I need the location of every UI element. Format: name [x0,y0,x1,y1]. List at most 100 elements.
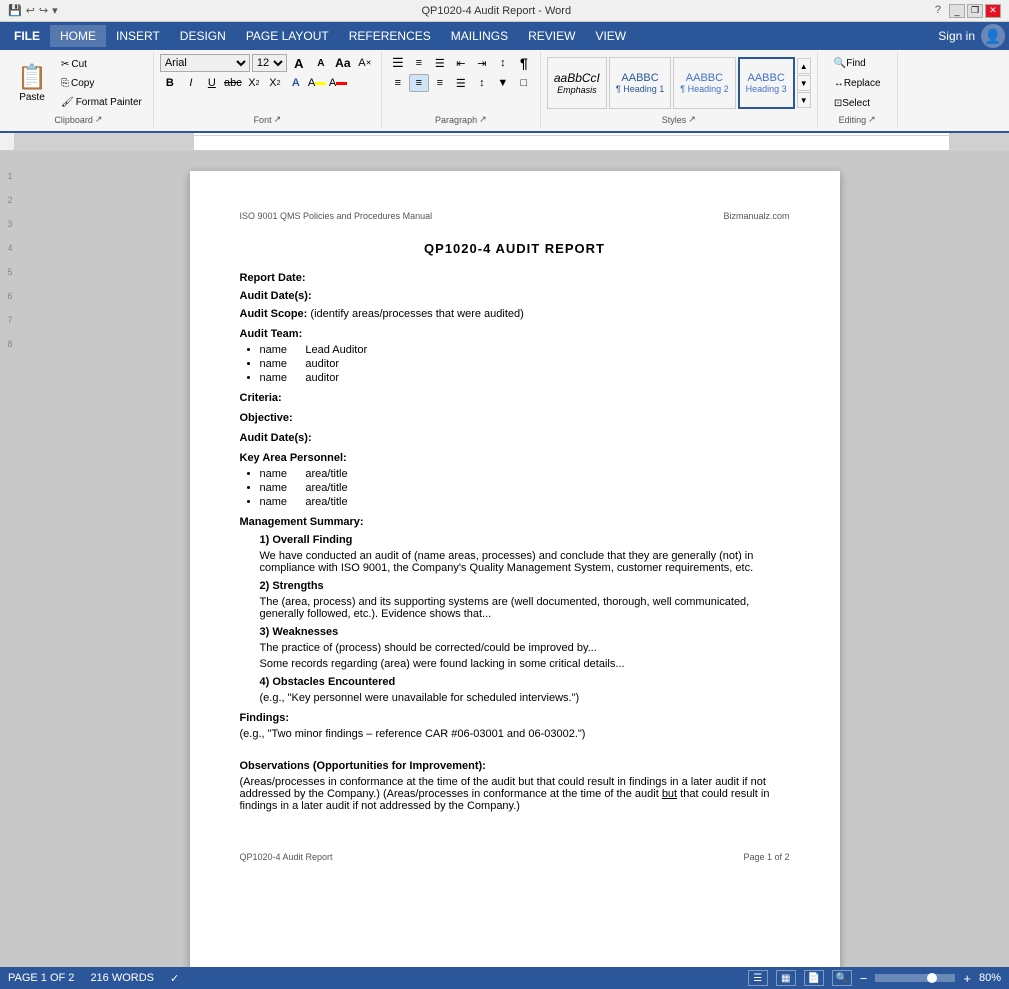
file-menu-button[interactable]: FILE [4,25,50,47]
replace-button[interactable]: ↔ Replace [829,74,886,92]
font-expand-icon[interactable]: ↗ [274,114,282,125]
change-case-button[interactable]: Aa [333,54,353,72]
align-left-button[interactable]: ≡ [388,74,408,92]
undo-icon[interactable]: ↩ [26,4,35,17]
font-color-button[interactable]: A [328,74,348,92]
header-left: ISO 9001 QMS Policies and Procedures Man… [240,211,433,221]
obstacles-text: (e.g., "Key personnel were unavailable f… [260,692,790,704]
audit-dates-field: Audit Date(s): [240,290,790,302]
list-item: name auditor [260,372,790,384]
decrease-indent-button[interactable]: ⇤ [451,54,471,72]
paragraph-expand-icon[interactable]: ↗ [479,114,487,125]
observations-text: (Areas/processes in conformance at the t… [240,776,790,812]
bold-button[interactable]: B [160,74,180,92]
sort-button[interactable]: ↕ [493,54,513,72]
list-item: name auditor [260,358,790,370]
clear-formatting-button[interactable]: A✕ [355,54,375,72]
font-name-select[interactable]: Arial [160,54,250,72]
increase-indent-button[interactable]: ⇥ [472,54,492,72]
superscript-button[interactable]: X2 [265,74,285,92]
zoom-out-button[interactable]: − [860,971,868,986]
mailings-tab[interactable]: MAILINGS [441,25,518,47]
font-size-select[interactable]: 12 [252,54,287,72]
bullets-button[interactable]: ☰ [388,54,408,72]
view-print-layout-button[interactable]: ☰ [748,970,768,986]
editing-expand-icon[interactable]: ↗ [868,114,876,125]
align-right-button[interactable]: ≡ [430,74,450,92]
zoom-slider[interactable] [875,974,955,982]
shading-button[interactable]: ▼ [493,74,513,92]
styles-expand-icon[interactable]: ↗ [688,114,696,125]
format-painter-button[interactable]: 🖌 Format Painter [56,93,147,111]
subscript-button[interactable]: X2 [244,74,264,92]
save-icon[interactable]: 💾 [8,4,22,17]
window-controls: ? _ ❐ ✕ [935,4,1001,18]
font-grow-button[interactable]: A [289,54,309,72]
document-page[interactable]: ISO 9001 QMS Policies and Procedures Man… [190,171,840,967]
references-tab[interactable]: REFERENCES [339,25,441,47]
ribbon: 📋 Paste ✂ Cut ⎘ Copy 🖌 Format [0,50,1009,133]
review-tab[interactable]: REVIEW [518,25,585,47]
justify-button[interactable]: ☰ [451,74,471,92]
main-area: 1 2 3 4 5 6 7 8 ISO 9001 QMS Policies an… [0,151,1009,967]
styles-label: Styles [662,115,687,125]
find-button[interactable]: 🔍 Find [829,54,871,72]
redo-icon[interactable]: ↪ [39,4,48,17]
criteria-section: Criteria: [240,392,790,404]
cut-button[interactable]: ✂ Cut [56,55,147,73]
document-title[interactable]: QP1020-4 AUDIT REPORT [240,241,790,256]
style-heading3[interactable]: AABBC Heading 3 [738,57,795,109]
styles-more[interactable]: ▼ [797,92,811,108]
find-label: Find [846,58,865,69]
highlight-color-button[interactable]: A [307,74,327,92]
design-tab[interactable]: DESIGN [170,25,236,47]
style-heading1[interactable]: AABBC ¶ Heading 1 [609,57,671,109]
ruler-content[interactable] [194,133,949,150]
sign-in-button[interactable]: Sign in 👤 [938,24,1005,48]
underline-button[interactable]: U [202,74,222,92]
styles-scroll-down[interactable]: ▼ [797,75,811,91]
mgmt-summary-section: Management Summary: [240,516,790,528]
window-title: QP1020-4 Audit Report - Word [58,5,935,17]
help-button[interactable]: ? [935,4,941,18]
multilevel-list-button[interactable]: ☰ [430,54,450,72]
show-marks-button[interactable]: ¶ [514,54,534,72]
page-layout-tab[interactable]: PAGE LAYOUT [236,25,339,47]
replace-label: Replace [844,78,881,89]
style-heading2[interactable]: AABBC ¶ Heading 2 [673,57,735,109]
font-shrink-button[interactable]: A [311,54,331,72]
view-full-screen-button[interactable]: ▦ [776,970,796,986]
select-button[interactable]: ⊡ Select [829,94,875,112]
align-center-button[interactable]: ≡ [409,74,429,92]
clipboard-expand-icon[interactable]: ↗ [95,114,103,125]
zoom-thumb[interactable] [927,973,937,983]
borders-button[interactable]: □ [514,74,534,92]
paste-button[interactable]: 📋 Paste [10,57,54,109]
find-icon: 🔍 [834,58,846,69]
home-tab[interactable]: HOME [50,25,106,47]
copy-button[interactable]: ⎘ Copy [56,74,147,92]
paragraph-label: Paragraph [435,115,477,125]
text-effects-button[interactable]: A [286,74,306,92]
page-info: PAGE 1 OF 2 [8,972,74,984]
styles-scroll-up[interactable]: ▲ [797,58,811,74]
insert-tab[interactable]: INSERT [106,25,170,47]
minimize-button[interactable]: _ [949,4,965,18]
style-emphasis[interactable]: aaBbCcI Emphasis [547,57,607,109]
ribbon-content: 📋 Paste ✂ Cut ⎘ Copy 🖌 Format [4,52,1005,127]
list-item: name Lead Auditor [260,344,790,356]
zoom-percent[interactable]: 80% [979,972,1001,984]
strikethrough-button[interactable]: abc [223,74,243,92]
document-area[interactable]: ISO 9001 QMS Policies and Procedures Man… [20,151,1009,967]
line-spacing-button[interactable]: ↕ [472,74,492,92]
close-button[interactable]: ✕ [985,4,1001,18]
view-web-layout-button[interactable]: 📄 [804,970,824,986]
numbering-button[interactable]: ≡ [409,54,429,72]
user-avatar: 👤 [981,24,1005,48]
proofing-icon[interactable]: ✓ [170,972,179,985]
italic-button[interactable]: I [181,74,201,92]
restore-button[interactable]: ❐ [967,4,983,18]
zoom-in-button[interactable]: + [963,971,971,986]
view-outline-button[interactable]: 🔍 [832,970,852,986]
view-tab[interactable]: VIEW [585,25,636,47]
